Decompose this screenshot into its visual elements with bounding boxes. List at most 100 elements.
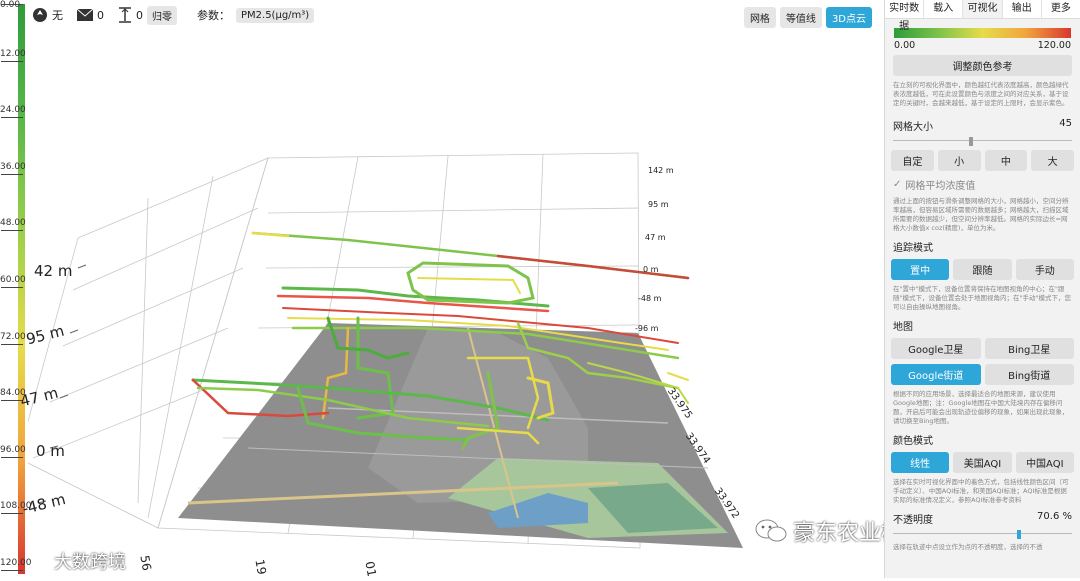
z-label-left-3: 0 m [36,442,65,460]
bottom-label-2: 01 [362,560,379,578]
scale-tick [1,117,23,119]
wind-indicator[interactable]: 无 [32,7,63,23]
color-mode-title: 颜色模式 [893,436,933,447]
grid-size-label: 网格大小 [893,122,933,133]
z-label-right-5: -96 m [635,324,659,333]
grid-size-slider-handle[interactable] [969,137,973,146]
left-axis-ticks [37,264,87,504]
top-toolbar: 无 0 0 归零 参数： PM2.5(μg/m³) [32,4,315,26]
grid-view-button[interactable]: 网格 [743,7,776,28]
height-indicator[interactable]: 0 归零 [118,5,177,25]
map-bing-street-button[interactable]: Bing街道 [984,364,1074,385]
watermark-left-text: 大数跨境 [54,552,126,573]
tab-load[interactable]: 载入 [924,0,964,18]
grid-average-checkbox[interactable]: ✓ 网格平均浓度值 [893,177,1072,192]
scale-tick [1,456,23,458]
mail-indicator[interactable]: 0 [77,9,104,22]
wind-value: 无 [52,9,63,22]
view-buttons: 网格 等值线 3D点云 [743,7,872,28]
grid-average-label: 网格平均浓度值 [905,181,976,192]
map-google-street-button[interactable]: Google街道 [891,364,981,385]
mail-icon [77,9,93,21]
3d-point-cloud-view[interactable]: 42 m 95 m 47 m 0 m -48 m 142 m 95 m 47 m… [17,28,872,578]
tracking-follow-button[interactable]: 跟随 [953,259,1012,280]
color-mode-cn-aqi-button[interactable]: 中国AQI [1015,452,1074,473]
color-mode-buttons: 线性 美国AQI 中国AQI [891,452,1074,473]
scale-label: 24.00 [0,105,26,116]
scale-tick [1,4,23,5]
z-label-right-0: 142 m [648,166,674,175]
scale-tick [1,513,23,515]
grid-small-button[interactable]: 小 [937,150,981,171]
mail-count: 0 [97,8,104,22]
color-mode-linear-button[interactable]: 线性 [891,452,950,473]
z-label-right-1: 95 m [648,200,669,209]
contour-view-button[interactable]: 等值线 [779,7,822,28]
opacity-slider[interactable] [893,530,1072,539]
scale-tick [1,230,23,232]
map-buttons-row-1: Google卫星 Bing卫星 [891,338,1074,359]
panel-tabs: 实时数据 载入 可视化 输出 更多 [885,0,1080,32]
scale-tick [1,570,23,571]
grid-large-button[interactable]: 大 [1031,150,1074,171]
opacity-description: 选择在轨迹中点设立作为点的不透明度，选择的不透 [893,543,1043,551]
adjust-color-button[interactable]: 调整颜色参考 [893,55,1072,76]
map-description: 根据不同的应用场景，选择最适合的地图来源，建议使用Google地图；注：Goog… [893,390,1069,425]
scale-tick [1,343,23,345]
settings-panel: 实时数据 载入 可视化 输出 更多 0.00 120.00 调整颜色参考 在立刻… [884,0,1080,578]
ground-map-plane [178,323,743,548]
color-mode-us-aqi-button[interactable]: 美国AQI [953,452,1012,473]
cloud3d-view-button[interactable]: 3D点云 [825,7,872,28]
tab-output[interactable]: 输出 [1003,0,1042,18]
bottom-label-1: 19 [252,558,269,576]
param-select[interactable]: PM2.5(μg/m³) [236,7,315,23]
z-label-left-0: 42 m [34,262,73,280]
colorbar-max: 120.00 [1037,40,1071,51]
grid-description: 通过上面的按钮与滑条调整网格的大小，网格越小，空间分辨率越高，但容易区域所需要的… [893,197,1069,232]
tracking-mode-title: 追踪模式 [893,243,933,254]
scale-label: 60.00 [0,275,26,285]
color-mode-description: 选择在实时可视化界面中的着色方式，包括线性颜色区间（可手动定义）、中国AQI标准… [893,478,1069,504]
z-label-right-4: -48 m [638,294,662,303]
scale-label: 0.00 [0,0,21,10]
map-google-satellite-button[interactable]: Google卫星 [891,338,981,359]
tab-more[interactable]: 更多 [1042,0,1080,18]
opacity-value: 70.6 % [1037,511,1072,522]
scale-label: 120.00 [0,558,32,568]
map-bing-satellite-button[interactable]: Bing卫星 [984,338,1074,359]
color-description: 在立刻的可视化界面中，颜色越红代表浓度越高，颜色越绿代表浓度越低，可在此设置颜色… [893,81,1069,107]
concentration-scale: 0.00 12.00 24.00 36.00 48.00 60.00 72.00 84.00 9… [0,0,32,578]
scale-tick [1,287,23,288]
checkmark-icon: ✓ [893,179,902,190]
wind-icon [33,8,47,22]
grid-size-buttons: 自定 小 中 大 [891,150,1074,171]
grid-size-value: 45 [1059,118,1072,129]
z-label-right-3: 0 m [643,265,659,274]
tracking-description: 在"置中"模式下，设备位置将保持在地图视角的中心；在"跟随"模式下，设备位置会处… [893,285,1071,311]
scale-label: 96.00 [0,444,26,455]
grid-size-slider[interactable] [893,137,1072,146]
scale-label: 36.00 [0,161,26,172]
z-label-right-2: 47 m [645,233,666,242]
scale-gradient-bar [18,4,25,574]
scale-label: 72.00 [0,331,26,342]
tab-realtime[interactable]: 实时数据 [885,0,925,32]
scale-tick [1,173,23,175]
height-value: 0 [136,8,143,22]
reset-button[interactable]: 归零 [147,5,177,25]
tab-visualize[interactable]: 可视化 [963,0,1003,18]
colorbar-min: 0.00 [894,40,916,51]
map-buttons-row-2: Google街道 Bing街道 [891,364,1074,385]
watermark-left: 大数跨境 [30,548,126,574]
scale-tick [1,60,23,62]
scale-label: 12.00 [0,48,26,59]
bottom-label-0: 56 [137,554,154,572]
scale-label: 48.00 [0,218,26,229]
tracking-manual-button[interactable]: 手动 [1015,259,1074,280]
color-gradient-bar [894,28,1071,38]
tracking-mode-buttons: 置中 跟随 手动 [891,259,1074,280]
opacity-slider-handle[interactable] [1016,530,1021,539]
grid-custom-button[interactable]: 自定 [891,150,934,171]
tracking-center-button[interactable]: 置中 [891,259,950,280]
grid-medium-button[interactable]: 中 [984,150,1028,171]
